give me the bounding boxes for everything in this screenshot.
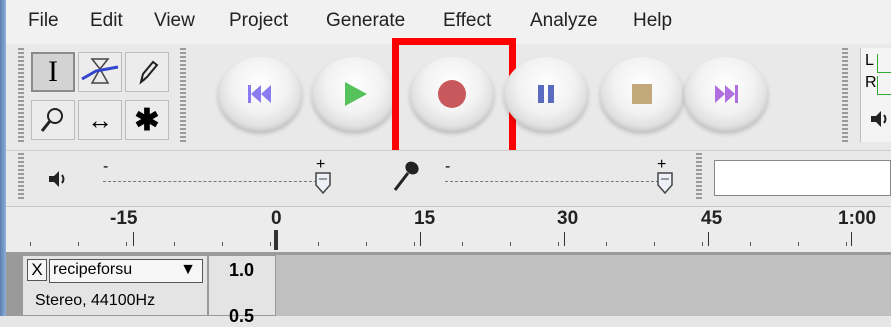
zoom-icon [40, 108, 63, 132]
zoom-tool-button[interactable] [31, 100, 75, 140]
device-combo[interactable] [714, 160, 891, 196]
output-slider-min: - [103, 158, 109, 175]
ruler-label: 45 [701, 208, 723, 229]
timeshift-tool-button[interactable]: ↔ [78, 100, 122, 140]
skip-to-start-icon [248, 85, 271, 103]
ruler-minor-ticks [30, 242, 891, 246]
record-highlight-box [392, 38, 516, 158]
menu-view[interactable]: View [154, 10, 195, 32]
envelope-tool-button[interactable] [78, 52, 122, 92]
draw-tool-button[interactable] [125, 52, 169, 92]
track-close-button[interactable]: X [27, 259, 47, 281]
multi-tool-button[interactable]: ✱ [125, 100, 169, 140]
menu-help[interactable]: Help [633, 10, 672, 32]
menu-project[interactable]: Project [229, 10, 288, 32]
toolbar-grip[interactable] [18, 48, 24, 144]
pause-button[interactable] [504, 57, 588, 131]
input-slider-min: - [445, 158, 451, 175]
output-volume-icon [49, 171, 65, 187]
meter-left-label: L [865, 52, 874, 69]
ruler-label: 0 [271, 208, 282, 229]
stop-button[interactable] [600, 57, 684, 131]
menu-analyze[interactable]: Analyze [530, 10, 598, 32]
scale-label: 0.5 [229, 306, 255, 326]
meter-grip[interactable] [842, 48, 848, 144]
track-format: Stereo, 44100Hz [35, 292, 156, 309]
skip-to-end-button[interactable] [684, 57, 768, 131]
input-slider-thumb[interactable] [655, 167, 675, 195]
menu-edit[interactable]: Edit [90, 10, 123, 32]
ruler-label: -15 [110, 208, 138, 229]
device-grip[interactable] [696, 153, 702, 201]
track-waveform-area[interactable] [276, 255, 891, 316]
meter-toolbar: L R [860, 48, 891, 142]
track-control-panel: X recipeforsu ▼ Stereo, 44100Hz [22, 255, 208, 316]
output-volume-slider[interactable] [103, 181, 327, 182]
meter-left-bar[interactable] [877, 54, 891, 73]
meter-right-label: R [865, 74, 877, 91]
skip-to-end-icon [715, 85, 738, 103]
ruler-label: 15 [414, 208, 436, 229]
pencil-icon [139, 60, 159, 85]
transport-grip[interactable] [180, 48, 186, 144]
scale-label: 1.0 [229, 260, 255, 280]
ruler-label: 1:00 [838, 208, 877, 229]
microphone-icon [393, 161, 419, 191]
selection-tool-icon: I [48, 55, 58, 88]
track-name-menu[interactable]: recipeforsu ▼ [49, 259, 203, 283]
timeshift-icon: ↔ [87, 104, 113, 135]
mixer-grip[interactable] [18, 153, 24, 201]
menu-generate[interactable]: Generate [326, 10, 405, 32]
tools-toolbar: I ↔ ✱ [25, 49, 175, 145]
play-icon [345, 82, 367, 106]
speaker-icon [871, 111, 887, 127]
track-name: recipeforsu [53, 261, 133, 278]
menu-effect[interactable]: Effect [443, 10, 491, 32]
meter-right-bar[interactable] [877, 76, 891, 95]
pause-icon [538, 85, 554, 103]
stop-icon [632, 84, 652, 104]
skip-to-start-button[interactable] [218, 57, 302, 131]
track-vertical-ruler[interactable]: 1.0 0.5 [208, 255, 276, 326]
menu-file[interactable]: File [28, 10, 59, 32]
output-slider-thumb[interactable] [313, 167, 333, 195]
play-button[interactable] [312, 57, 396, 131]
selection-tool-button[interactable]: I [31, 52, 75, 92]
playhead-marker-icon[interactable] [271, 230, 281, 250]
input-volume-slider[interactable] [445, 181, 669, 182]
envelope-tool-icon [81, 58, 119, 84]
dropdown-arrow-icon: ▼ [180, 261, 196, 278]
multi-tool-icon: ✱ [134, 103, 160, 137]
ruler-label: 30 [557, 208, 579, 229]
